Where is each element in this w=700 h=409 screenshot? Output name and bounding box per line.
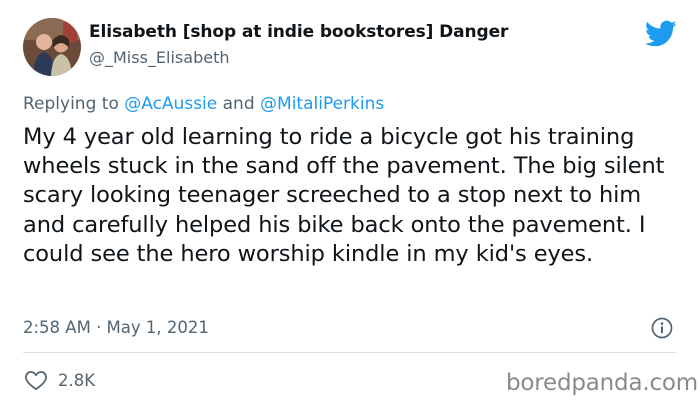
reply-conjunction: and bbox=[217, 94, 261, 114]
mention-link-acaussie[interactable]: @AcAussie bbox=[124, 94, 217, 114]
divider bbox=[23, 352, 676, 353]
heart-icon bbox=[25, 371, 47, 391]
twitter-bird-icon[interactable] bbox=[644, 20, 677, 48]
tweet-text: My 4 year old learning to ride a bicycle… bbox=[23, 124, 665, 267]
reply-context: Replying to @AcAussie and @MitaliPerkins bbox=[23, 94, 384, 114]
tweet-timestamp[interactable]: 2:58 AM · May 1, 2021 bbox=[23, 318, 209, 337]
like-count: 2.8K bbox=[58, 370, 96, 390]
author-handle[interactable]: @_Miss_Elisabeth bbox=[89, 48, 229, 67]
like-button[interactable]: 2.8K bbox=[24, 369, 95, 391]
mention-link-mitaliperkins[interactable]: @MitaliPerkins bbox=[260, 94, 384, 114]
avatar[interactable] bbox=[23, 18, 81, 76]
author-display-name[interactable]: Elisabeth [shop at indie bookstores] Dan… bbox=[89, 22, 508, 42]
reply-prefix: Replying to bbox=[23, 94, 125, 114]
source-watermark: boredpanda.com bbox=[506, 370, 698, 396]
info-icon[interactable] bbox=[651, 317, 673, 339]
profile-photo-icon bbox=[23, 18, 81, 76]
